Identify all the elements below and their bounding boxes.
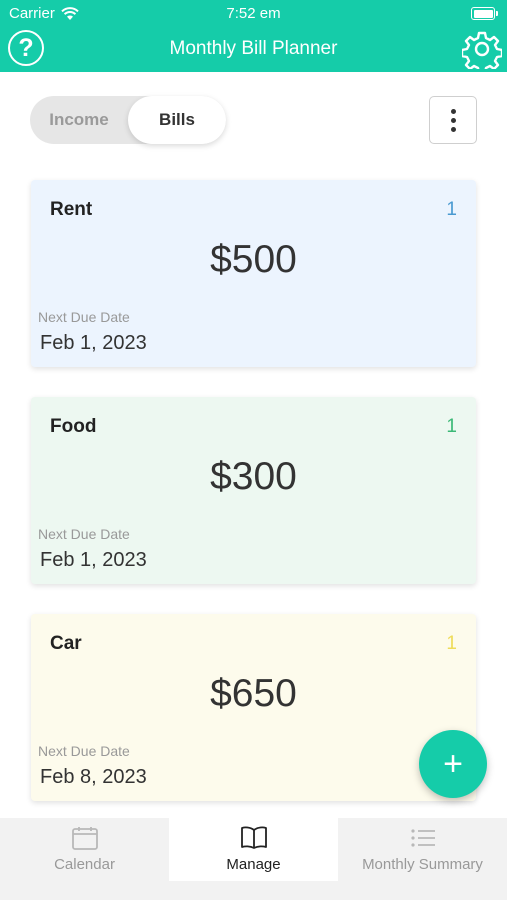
vertical-ellipsis-icon [450,108,456,114]
due-date-value: Feb 1, 2023 [40,549,147,571]
due-date-value: Feb 8, 2023 [40,766,147,788]
due-date-value: Feb 1, 2023 [40,332,147,354]
tab-calendar[interactable]: Calendar [0,818,169,881]
tab-manage[interactable]: Manage [169,818,338,881]
top-bar: Carrier 7:52 em ? Monthly Bill Planner [0,0,507,72]
add-bill-button[interactable]: + [419,730,487,798]
bottom-tab-bar: Calendar Manage Monthly Summary [0,818,507,900]
bill-name: Rent [50,199,93,220]
calendar-icon [71,827,98,850]
income-bills-toggle: Income Bills [30,96,226,144]
bill-amount: $300 [210,455,297,498]
bill-card-car[interactable]: Car 1 $650 Next Due Date Feb 8, 2023 [31,614,476,801]
bill-count: 1 [446,199,457,220]
vertical-ellipsis-icon [450,117,456,123]
due-date-label: Next Due Date [38,743,130,759]
bill-card-food[interactable]: Food 1 $300 Next Due Date Feb 1, 2023 [31,397,476,584]
due-date-label: Next Due Date [38,309,130,325]
bills-tab[interactable]: Bills [128,96,226,144]
bill-name: Food [50,416,97,437]
status-bar: Carrier 7:52 em [0,0,507,28]
bill-card-rent[interactable]: Rent 1 $500 Next Due Date Feb 1, 2023 [31,180,476,367]
due-date-label: Next Due Date [38,526,130,542]
income-tab[interactable]: Income [30,96,128,144]
gear-icon[interactable] [462,29,502,69]
list-icon [410,829,435,847]
bill-count: 1 [446,633,457,654]
tab-monthly-summary[interactable]: Monthly Summary [338,818,507,881]
tab-label: Calendar [54,856,115,873]
more-options-button[interactable] [429,96,477,144]
page-title: Monthly Bill Planner [169,38,338,59]
bill-name: Car [50,633,82,654]
vertical-ellipsis-icon [450,126,456,132]
bill-amount: $500 [210,238,297,281]
tab-label: Monthly Summary [362,856,483,873]
book-icon [240,826,267,849]
plus-icon: + [443,744,463,783]
status-time: 7:52 em [226,5,281,22]
bill-count: 1 [446,416,457,437]
battery-icon [471,7,498,20]
tab-label: Manage [226,856,281,873]
bill-amount: $650 [210,672,297,715]
